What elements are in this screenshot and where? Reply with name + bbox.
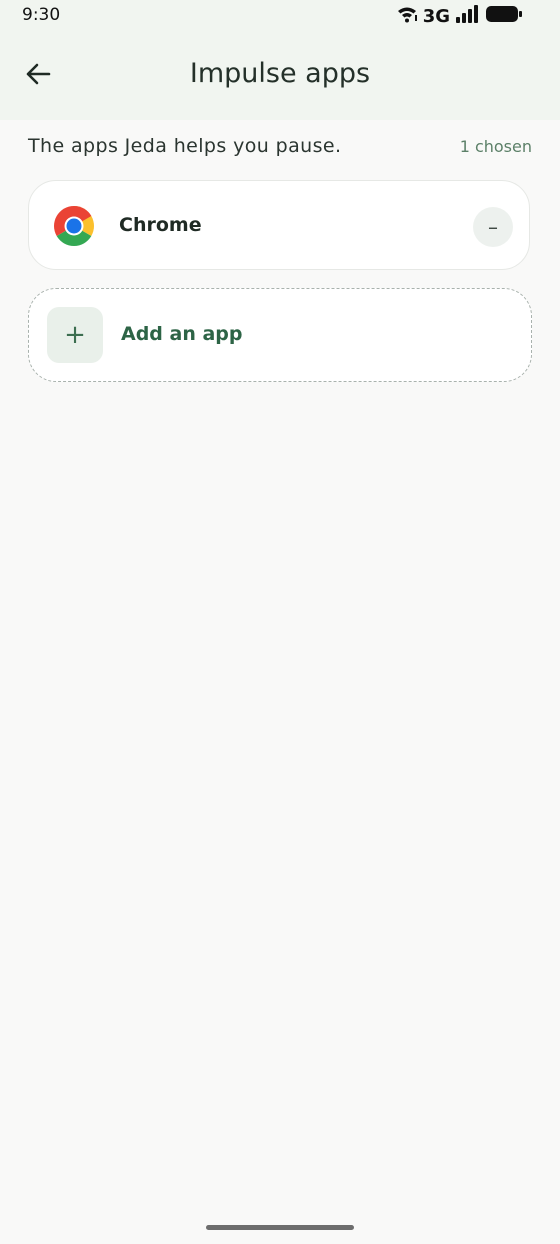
cell-signal-icon xyxy=(456,5,480,27)
app-bar: Impulse apps xyxy=(0,32,560,120)
status-icons: 3G xyxy=(397,5,522,27)
app-name: Chrome xyxy=(119,214,202,236)
add-app-label: Add an app xyxy=(121,323,243,345)
wifi-icon xyxy=(397,5,417,27)
home-indicator[interactable] xyxy=(206,1225,354,1230)
subtitle-row: The apps Jeda helps you pause. 1 chosen xyxy=(28,135,532,157)
battery-icon xyxy=(486,5,522,27)
plus-icon: + xyxy=(47,307,103,363)
status-bar: 9:30 3G xyxy=(0,0,560,32)
app-card-chrome: Chrome – xyxy=(28,180,530,270)
status-time: 9:30 xyxy=(22,5,61,25)
chosen-count: 1 chosen xyxy=(459,137,532,156)
page-title: Impulse apps xyxy=(189,58,371,89)
network-type-label: 3G xyxy=(422,5,450,27)
subtitle-text: The apps Jeda helps you pause. xyxy=(28,135,342,157)
chrome-icon xyxy=(53,205,95,247)
remove-app-button[interactable]: – xyxy=(473,207,513,247)
add-app-button[interactable]: + Add an app xyxy=(28,288,532,382)
